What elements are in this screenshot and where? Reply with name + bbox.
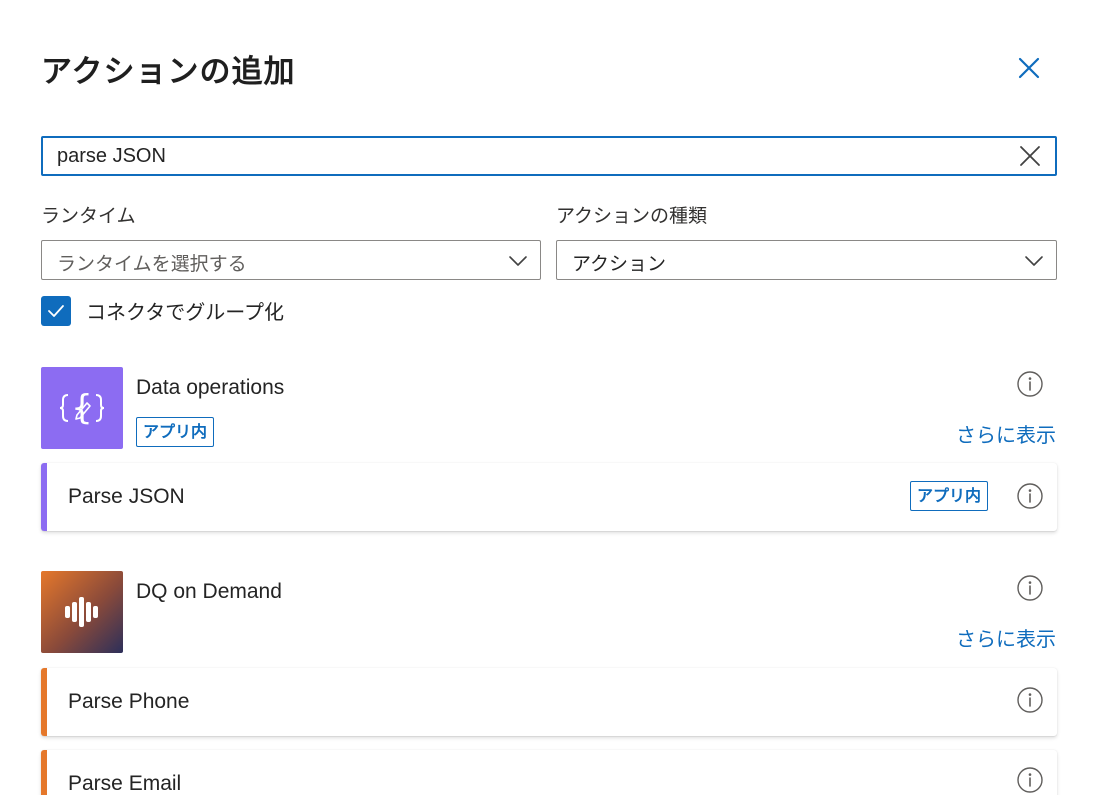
info-icon [1017, 371, 1043, 397]
chevron-down-icon [509, 256, 527, 266]
connector-name[interactable]: Data operations [136, 376, 284, 400]
runtime-placeholder: ランタイムを選択する [57, 253, 247, 275]
accent-bar [41, 668, 47, 736]
connector-info-button[interactable] [1016, 370, 1044, 398]
accent-bar [41, 750, 47, 795]
connector-name[interactable]: DQ on Demand [136, 580, 282, 604]
show-more-link[interactable]: さらに表示 [956, 623, 1056, 652]
action-item[interactable]: Parse Phone [41, 668, 1057, 736]
close-button[interactable] [1013, 52, 1045, 84]
info-icon [1017, 483, 1043, 509]
group-by-connector-checkbox[interactable] [41, 296, 71, 326]
action-item[interactable]: Parse Email [41, 750, 1057, 795]
chevron-down-icon [1025, 256, 1043, 266]
info-icon [1017, 687, 1043, 713]
search-box [41, 136, 1057, 176]
action-info-button[interactable] [1016, 686, 1044, 714]
in-app-badge: アプリ内 [910, 481, 989, 511]
action-info-button[interactable] [1016, 482, 1044, 510]
action-label: Parse Email [68, 772, 182, 795]
close-icon [1020, 146, 1040, 166]
curly-braces-pencil-icon: { [59, 388, 105, 428]
runtime-dropdown[interactable]: ランタイムを選択する [41, 240, 541, 280]
connector-info-button[interactable] [1016, 574, 1044, 602]
action-type-label: アクションの種類 [556, 205, 708, 227]
add-action-panel: アクションの追加 ランタイム アクションの種類 ランタイムを選択する アクション [0, 0, 1098, 795]
in-app-badge: アプリ内 [136, 417, 215, 447]
action-label: Parse Phone [68, 690, 190, 713]
info-icon [1017, 575, 1043, 601]
info-icon [1017, 767, 1043, 793]
checkmark-icon [48, 305, 64, 317]
page-title: アクションの追加 [41, 54, 296, 90]
sound-bars-icon [65, 597, 98, 627]
dq-on-demand-connector-icon[interactable] [41, 571, 123, 653]
search-input[interactable] [57, 138, 997, 174]
clear-search-button[interactable] [1019, 145, 1041, 167]
action-type-value: アクション [572, 253, 667, 275]
runtime-label: ランタイム [41, 205, 136, 227]
close-icon [1018, 57, 1040, 79]
action-label: Parse JSON [68, 485, 185, 508]
action-item[interactable]: Parse JSON アプリ内 [41, 463, 1057, 531]
show-more-link[interactable]: さらに表示 [956, 419, 1056, 448]
data-operations-connector-icon[interactable]: { [41, 367, 123, 449]
group-by-connector-label[interactable]: コネクタでグループ化 [86, 296, 284, 325]
accent-bar [41, 463, 47, 531]
action-type-dropdown[interactable]: アクション [556, 240, 1057, 280]
action-info-button[interactable] [1016, 766, 1044, 794]
